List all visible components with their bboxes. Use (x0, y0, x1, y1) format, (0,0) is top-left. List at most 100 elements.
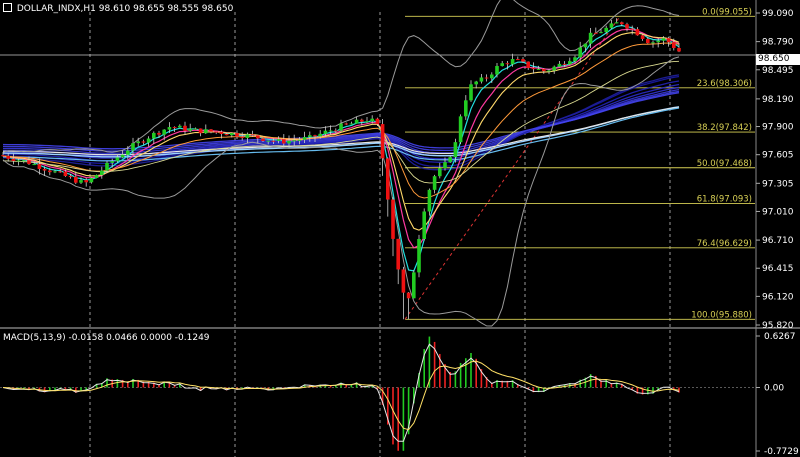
candle-body (74, 176, 78, 183)
candle-body (339, 123, 343, 131)
candle-body (37, 164, 42, 169)
fib-level-label: 50.0(97.468) (697, 159, 752, 169)
candle-body (297, 139, 302, 141)
candle-body (214, 131, 218, 133)
price-chart[interactable]: 0.0(99.055) 23.6(98.306) 38.2(97.842) 50.0(… (0, 0, 800, 457)
candle-body (677, 47, 681, 52)
candle-body (620, 22, 624, 25)
candle-body (552, 66, 556, 71)
candle-body (396, 238, 400, 270)
candle-body (625, 24, 629, 29)
candle-body (308, 135, 312, 138)
candle-body (250, 134, 255, 136)
fib-level-label: 0.0(99.055) (702, 7, 752, 17)
candle-body (354, 119, 359, 124)
candle-body (42, 168, 47, 171)
fib-level-label: 76.4(96.629) (697, 239, 752, 249)
current-price-label: 98.650 (756, 54, 800, 65)
candle-body (193, 128, 198, 130)
macd-line (2, 343, 680, 442)
candle-body (531, 67, 536, 70)
price-tick-label: 98.790 (762, 38, 794, 48)
candle-body (323, 130, 328, 134)
candle-body (240, 136, 244, 138)
symbol-timeframe: DOLLAR_INDX,H1 (16, 4, 96, 14)
candle-body (594, 32, 598, 34)
candle-body (386, 158, 390, 200)
candle-body (266, 140, 270, 142)
candle-body (63, 171, 68, 177)
candle-body (1, 155, 5, 157)
candle-body (271, 140, 276, 142)
candle-body (204, 129, 208, 134)
candle-body (48, 170, 52, 173)
candle-body (334, 130, 338, 132)
candle-body (464, 100, 468, 117)
candle-body (261, 138, 265, 141)
candle-body (131, 143, 135, 151)
candle-body (568, 61, 572, 65)
candle-body (22, 160, 26, 162)
candle-body (152, 132, 156, 139)
candle-body (521, 59, 525, 62)
candle-body (53, 171, 57, 173)
price-tick-label: 97.010 (762, 207, 794, 217)
candle-body (198, 128, 203, 134)
candle-body (167, 127, 172, 130)
candle-body (495, 65, 499, 75)
candle-body (427, 189, 432, 212)
candle-body (547, 70, 551, 72)
price-tick-label: 98.190 (762, 95, 794, 105)
candle-body (276, 139, 281, 141)
candle-body (141, 141, 146, 143)
candle-body (375, 118, 380, 125)
candle-body (110, 161, 114, 163)
candle-body (422, 211, 426, 239)
candle-body (100, 170, 104, 176)
candle-body (458, 116, 463, 143)
candle-body (443, 162, 447, 169)
candle-body (438, 168, 442, 177)
candle-body (432, 176, 437, 190)
candle-body (136, 141, 140, 144)
candle-body (542, 68, 546, 72)
candle-body (16, 160, 21, 162)
candle-body (578, 47, 582, 58)
candle-body (380, 124, 385, 159)
candle-body (84, 180, 88, 183)
price-tick-label: 99.090 (762, 9, 794, 19)
candle-body (292, 140, 296, 142)
candle-body (235, 133, 239, 137)
candle-body (183, 125, 187, 131)
candle-body (105, 162, 109, 171)
candle-body (6, 155, 10, 159)
candle-body (365, 121, 369, 123)
candle-body (661, 38, 666, 41)
price-tick-label: 97.605 (762, 151, 794, 161)
candle-body (256, 135, 260, 139)
candle-body (68, 176, 73, 178)
fib-level-label: 23.6(98.306) (697, 79, 752, 89)
chart-header: DOLLAR_INDX,H1 98.610 98.655 98.555 98.6… (3, 2, 233, 14)
candle-body (94, 175, 99, 179)
candle-body (172, 127, 177, 129)
candle-body (500, 63, 504, 66)
candle-body (646, 38, 650, 44)
candle-body (120, 154, 125, 158)
candle-body (89, 178, 94, 183)
candle-body (282, 139, 286, 144)
candle-body (58, 171, 62, 173)
candle-body (209, 129, 213, 132)
candle-body (417, 238, 421, 273)
candle-body (490, 74, 494, 79)
price-tick-label: 96.710 (762, 236, 794, 246)
candle-body (640, 35, 645, 39)
candle-body (27, 160, 31, 165)
candle-body (599, 32, 603, 34)
ohlc-values: 98.610 98.655 98.555 98.650 (98, 4, 234, 14)
candle-body (604, 27, 608, 33)
candle-body (614, 22, 619, 24)
candle-body (469, 84, 473, 101)
candle-body (401, 269, 406, 293)
candle-body (479, 77, 484, 82)
